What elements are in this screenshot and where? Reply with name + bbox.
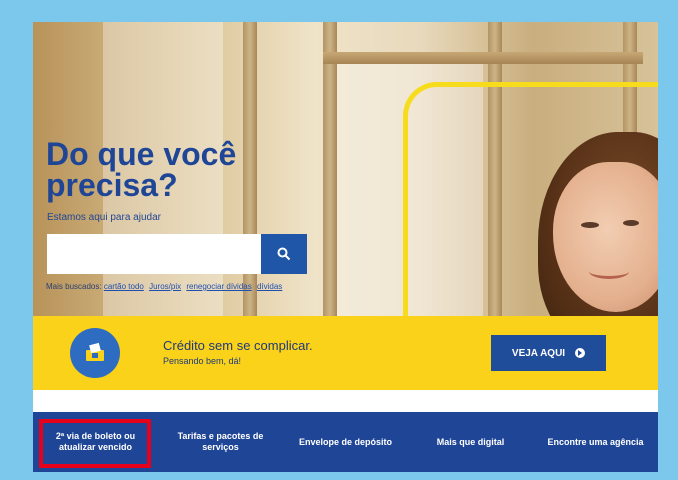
popular-searches-label: Mais buscados: <box>46 282 102 291</box>
hero-photo-eye <box>623 220 639 226</box>
popular-link[interactable]: dívidas <box>257 282 282 291</box>
see-here-label: VEJA AQUI <box>511 347 566 359</box>
hero-subline: Estamos aqui para ajudar <box>47 212 161 223</box>
hero-banner: Do que você precisa? Estamos aqui para a… <box>33 22 658 316</box>
nav-item-agencia[interactable]: Encontre uma agência <box>533 412 658 472</box>
popular-link[interactable]: Juros/pix <box>149 282 181 291</box>
promo-title: Crédito sem se complicar. <box>163 338 313 353</box>
promo-banner: Crédito sem se complicar. Pensando bem, … <box>33 316 658 390</box>
hero-photo-smile <box>589 264 629 279</box>
wallet-icon <box>86 342 104 361</box>
window-frame <box>323 22 337 316</box>
nav-item-tarifas[interactable]: Tarifas e pacotes de serviços <box>158 412 283 472</box>
hero-photo-eye <box>581 222 599 228</box>
play-arrow-icon <box>575 348 586 358</box>
popular-searches: Mais buscados: cartão todo Juros/pix ren… <box>46 281 286 293</box>
search-input[interactable] <box>47 234 261 274</box>
window-frame <box>323 52 643 64</box>
quick-links-nav: 2ª via de boleto ou atualizar vencido Ta… <box>33 412 658 472</box>
popular-link[interactable]: cartão todo <box>104 282 144 291</box>
spacer <box>33 390 658 412</box>
promo-badge <box>70 328 120 378</box>
nav-item-digital[interactable]: Mais que digital <box>408 412 533 472</box>
search-icon <box>277 247 291 261</box>
see-here-button[interactable]: VEJA AQUI <box>491 335 606 371</box>
hero-headline: Do que você precisa? <box>46 136 237 203</box>
search-button[interactable] <box>261 234 307 274</box>
nav-item-envelope[interactable]: Envelope de depósito <box>283 412 408 472</box>
nav-item-boleto[interactable]: 2ª via de boleto ou atualizar vencido <box>33 412 158 472</box>
popular-link[interactable]: renegociar dívidas <box>186 282 251 291</box>
promo-subtitle: Pensando bem, dá! <box>163 356 242 366</box>
screenshot-frame: Do que você precisa? Estamos aqui para a… <box>33 22 658 472</box>
search-bar <box>47 234 307 274</box>
